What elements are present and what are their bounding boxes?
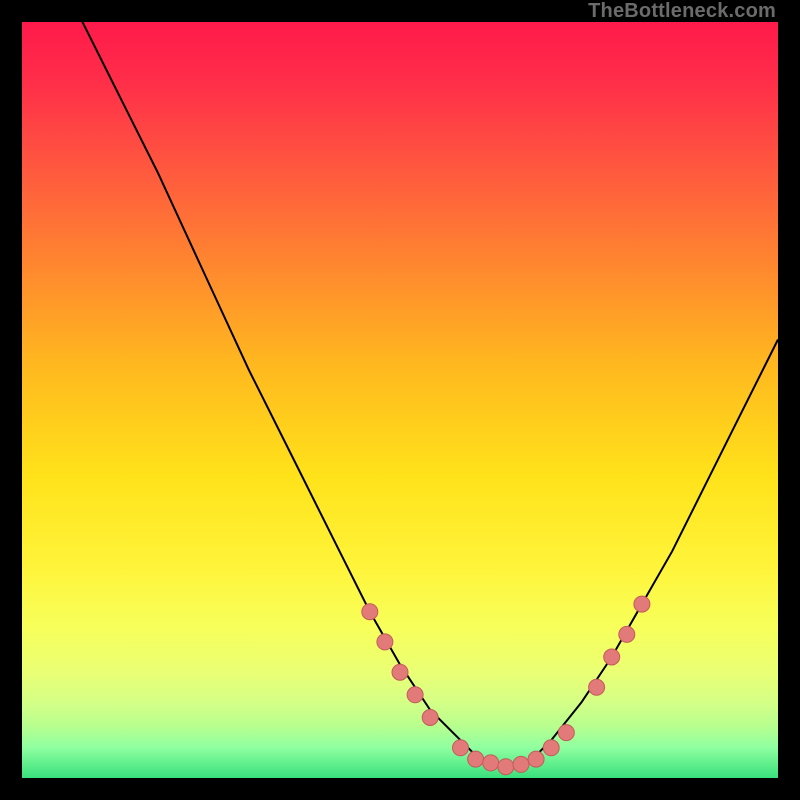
chart-frame: TheBottleneck.com xyxy=(0,0,800,800)
data-marker xyxy=(619,626,635,642)
watermark-text: TheBottleneck.com xyxy=(588,0,776,23)
data-marker xyxy=(362,604,378,620)
data-marker xyxy=(543,740,559,756)
data-marker xyxy=(498,759,514,775)
chart-svg xyxy=(22,22,778,778)
data-marker xyxy=(634,596,650,612)
data-marker xyxy=(589,679,605,695)
data-marker xyxy=(513,756,529,772)
curve xyxy=(22,0,778,767)
data-marker xyxy=(422,710,438,726)
data-marker xyxy=(407,687,423,703)
data-marker xyxy=(468,751,484,767)
data-marker xyxy=(483,755,499,771)
data-marker xyxy=(453,740,469,756)
data-marker xyxy=(528,751,544,767)
data-marker xyxy=(604,649,620,665)
data-marker xyxy=(377,634,393,650)
plot-area xyxy=(22,22,778,778)
data-marker xyxy=(558,725,574,741)
data-marker xyxy=(392,664,408,680)
